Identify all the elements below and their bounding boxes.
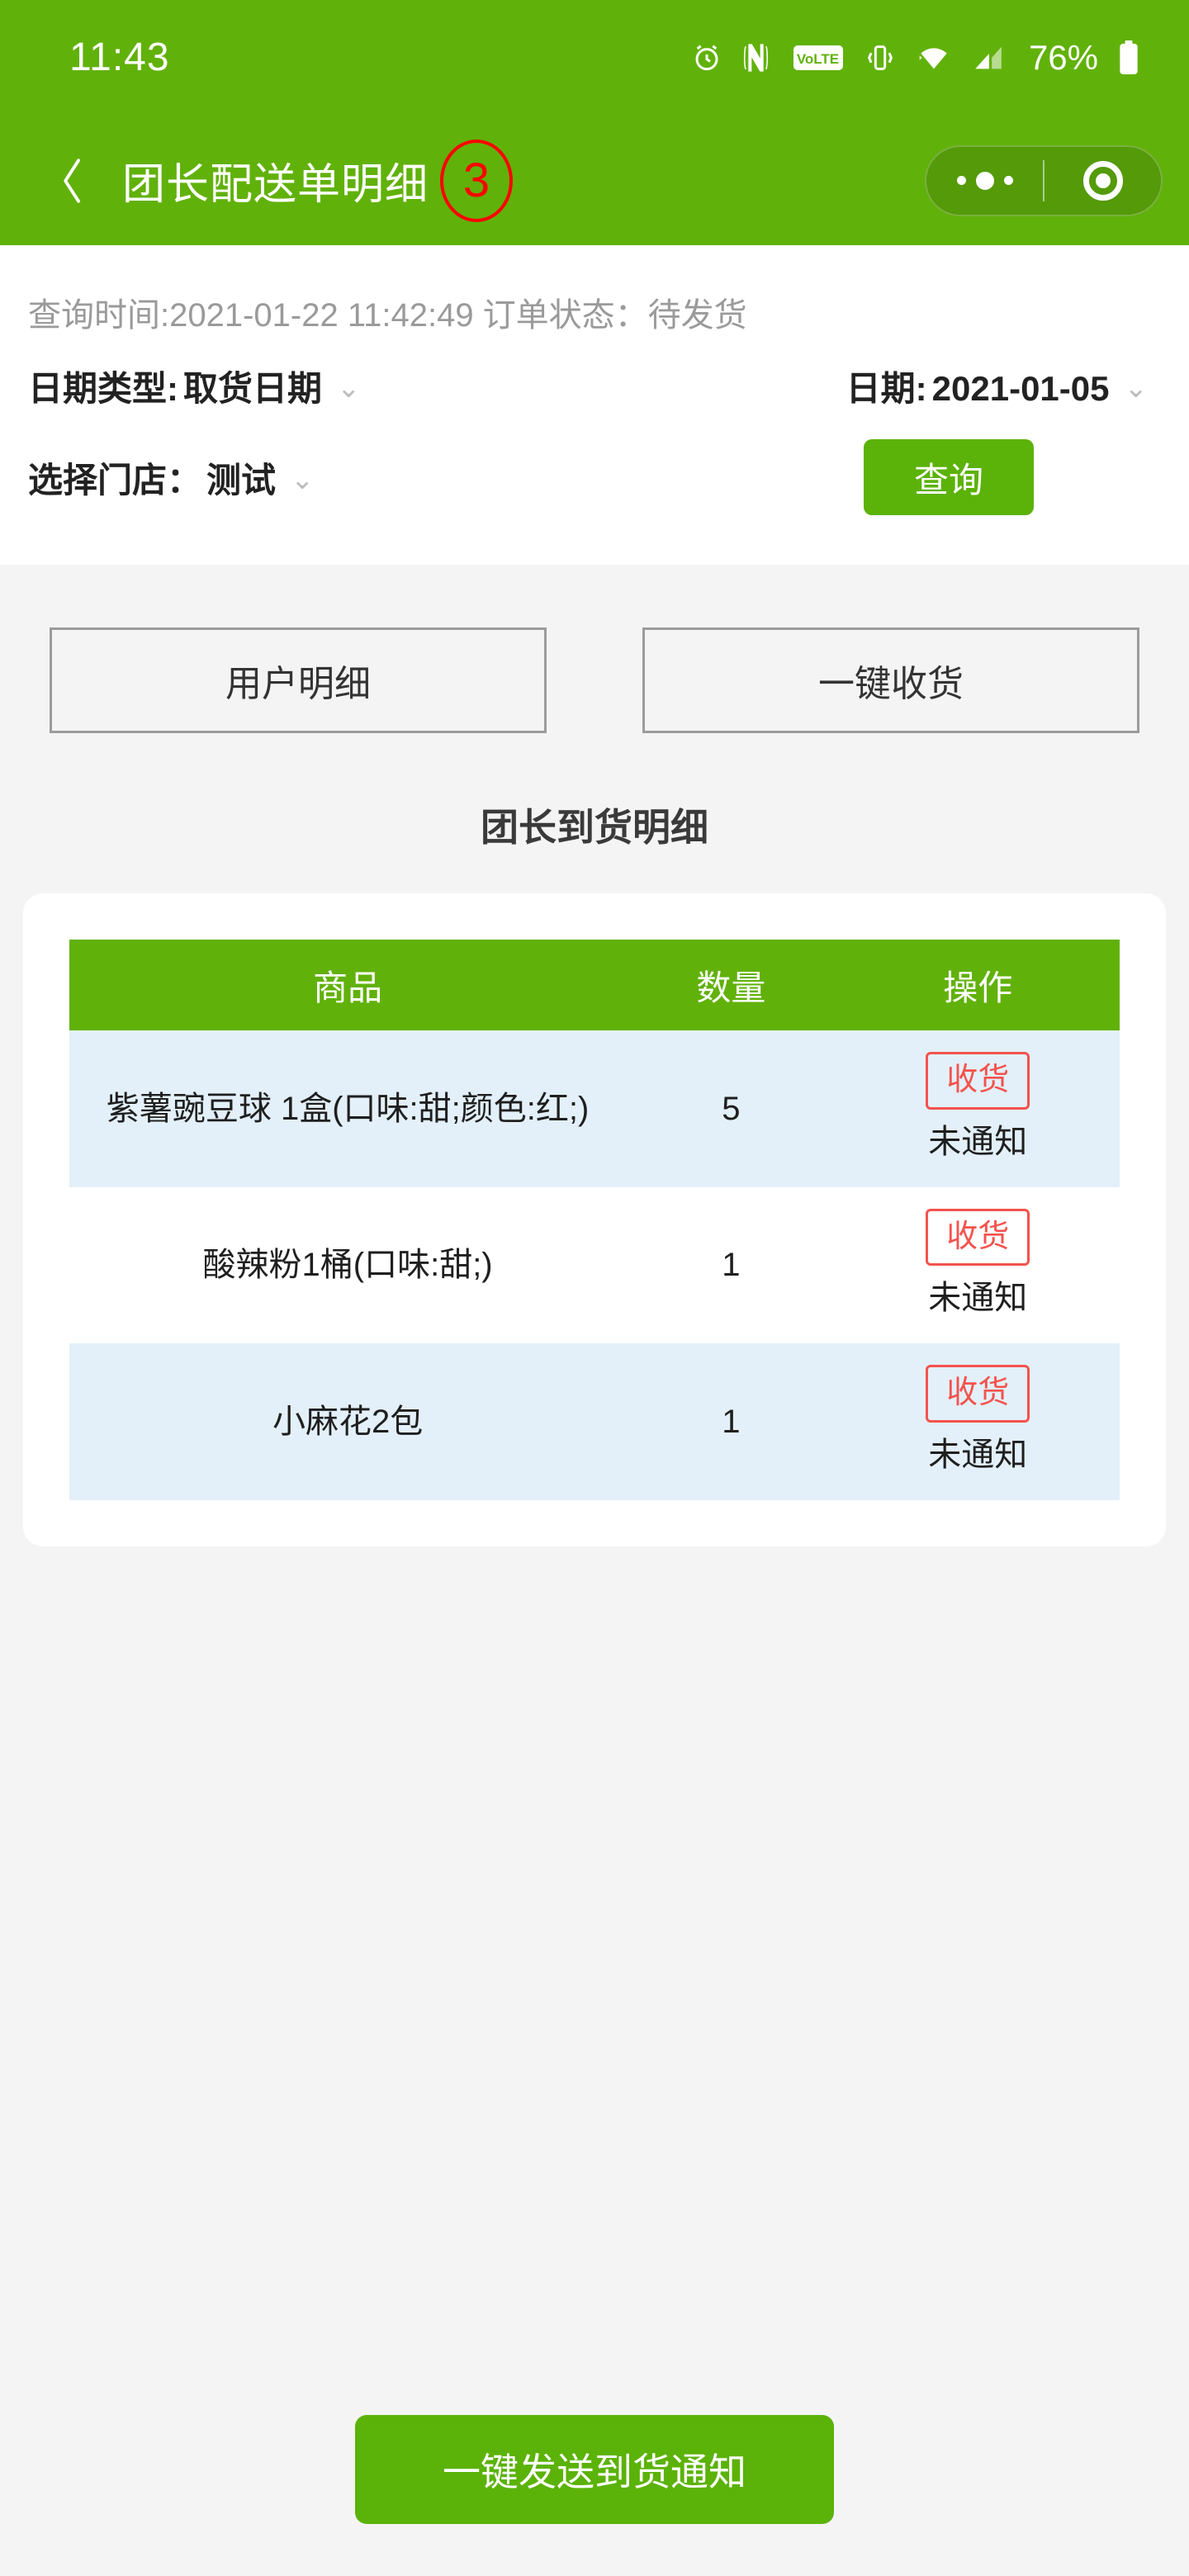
volte-icon: VoLTE — [793, 45, 843, 70]
filter-row-date: 日期类型: 取货日期 ⌄ 日期: 2021-01-05 ⌄ — [0, 361, 1189, 439]
chevron-down-icon: ⌄ — [291, 463, 315, 495]
chevron-down-icon: ⌄ — [337, 372, 361, 404]
operation-group: 收货 未通知 — [845, 1052, 1111, 1166]
send-arrival-notice-button[interactable]: 一键发送到货通知 — [355, 2415, 834, 2524]
nfc-icon — [743, 44, 768, 72]
cell-quantity: 1 — [626, 1343, 836, 1500]
filter-row-store: 选择门店： 测试 ⌄ 查询 — [0, 439, 1189, 565]
user-detail-button[interactable]: 用户明细 — [50, 627, 547, 733]
page-title: 团长配送单明细 — [122, 161, 429, 209]
query-button[interactable]: 查询 — [864, 439, 1034, 515]
date-label: 日期: — [846, 369, 927, 408]
capsule-more-button[interactable] — [926, 171, 1043, 190]
capsule-close-button[interactable] — [1045, 160, 1161, 201]
cell-product: 小麻花2包 — [69, 1343, 627, 1500]
receive-button[interactable]: 收货 — [926, 1052, 1030, 1110]
store-value: 测试 — [206, 460, 277, 500]
operation-group: 收货 未通知 — [845, 1365, 1111, 1479]
date-selector[interactable]: 日期: 2021-01-05 ⌄ — [846, 361, 1148, 411]
notify-status: 未通知 — [928, 1280, 1028, 1316]
cell-product: 紫薯豌豆球 1盒(口味:甜;颜色:红;) — [69, 1030, 627, 1187]
app-screen: 11:43 VoLTE 76% 团长配送单明细 3 查询时间:2021-01-2… — [0, 0, 1189, 2576]
status-bar: 11:43 VoLTE 76% — [0, 0, 1189, 116]
battery-icon — [1120, 40, 1138, 75]
filter-panel: 查询时间:2021-01-22 11:42:49 订单状态：待发货 日期类型: … — [0, 245, 1189, 565]
more-dots-icon-right — [1003, 176, 1013, 185]
more-dots-icon-left — [956, 176, 966, 185]
cell-quantity: 5 — [626, 1030, 836, 1187]
nav-bar: 团长配送单明细 3 — [0, 116, 1189, 245]
date-value: 2021-01-05 — [931, 369, 1110, 408]
wifi-icon — [919, 48, 947, 69]
receive-button[interactable]: 收货 — [926, 1365, 1030, 1423]
status-icon-group: VoLTE 76% — [690, 40, 1139, 75]
date-type-selector[interactable]: 日期类型: 取货日期 ⌄ — [28, 361, 361, 411]
column-header-operation: 操作 — [836, 940, 1120, 1030]
arrival-detail-table: 商品 数量 操作 紫薯豌豆球 1盒(口味:甜;颜色:红;) 5 收货 未通知 酸… — [69, 940, 1120, 1500]
target-circle-icon — [1082, 160, 1123, 201]
target-circle-core — [1095, 173, 1111, 188]
table-row: 酸辣粉1桶(口味:甜;) 1 收货 未通知 — [69, 1186, 1120, 1343]
date-type-label: 日期类型: — [28, 369, 178, 408]
alarm-icon — [695, 45, 718, 71]
cell-operation: 收货 未通知 — [836, 1030, 1120, 1187]
notify-status: 未通知 — [928, 1123, 1028, 1160]
table-header-row: 商品 数量 操作 — [69, 940, 1120, 1030]
back-button[interactable] — [46, 154, 99, 207]
chevron-left-icon — [64, 158, 80, 203]
bottom-bar: 一键发送到货通知 — [0, 2363, 1189, 2576]
column-header-product: 商品 — [69, 940, 627, 1030]
annotation-badge-3: 3 — [440, 139, 514, 222]
section-title: 团长到货明细 — [481, 806, 708, 849]
miniprogram-capsule — [925, 144, 1163, 216]
date-type-value: 取货日期 — [183, 369, 323, 408]
operation-group: 收货 未通知 — [845, 1208, 1111, 1323]
battery-percent-label: 76% — [1028, 38, 1098, 77]
store-selector[interactable]: 选择门店： 测试 ⌄ — [28, 452, 315, 503]
action-button-row: 用户明细 一键收货 — [0, 627, 1189, 733]
column-header-quantity: 数量 — [626, 940, 836, 1030]
vibrate-icon — [867, 45, 893, 70]
signal-icon — [975, 46, 1002, 69]
more-dots-icon-center — [975, 171, 994, 190]
table-head: 商品 数量 操作 — [69, 940, 1120, 1030]
notify-status: 未通知 — [928, 1436, 1028, 1473]
cell-product: 酸辣粉1桶(口味:甜;) — [69, 1186, 627, 1343]
table-row: 小麻花2包 1 收货 未通知 — [69, 1343, 1120, 1500]
cell-operation: 收货 未通知 — [836, 1186, 1120, 1343]
table-row: 紫薯豌豆球 1盒(口味:甜;颜色:红;) 5 收货 未通知 — [69, 1030, 1120, 1187]
receive-button[interactable]: 收货 — [926, 1208, 1030, 1266]
cell-operation: 收货 未通知 — [836, 1343, 1120, 1500]
table-body: 紫薯豌豆球 1盒(口味:甜;颜色:红;) 5 收货 未通知 酸辣粉1桶(口味:甜… — [69, 1030, 1120, 1500]
detail-card: 商品 数量 操作 紫薯豌豆球 1盒(口味:甜;颜色:红;) 5 收货 未通知 酸… — [23, 893, 1166, 1546]
content-area: 用户明细 一键收货 团长到货明细 商品 数量 操作 紫薯豌豆球 1盒(口味:甜;… — [0, 565, 1189, 1546]
svg-text:VoLTE: VoLTE — [797, 51, 839, 67]
cell-quantity: 1 — [626, 1186, 836, 1343]
chevron-down-icon: ⌄ — [1124, 372, 1149, 404]
store-label: 选择门店： — [28, 460, 202, 500]
one-key-receive-button[interactable]: 一键收货 — [642, 627, 1139, 733]
query-info-text: 查询时间:2021-01-22 11:42:49 订单状态：待发货 — [28, 297, 747, 334]
status-time: 11:43 — [69, 36, 170, 79]
